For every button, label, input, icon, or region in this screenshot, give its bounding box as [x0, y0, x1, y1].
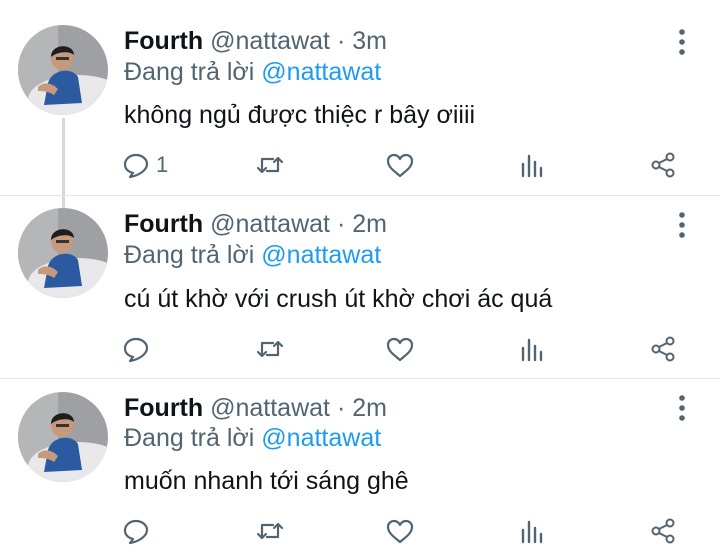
replying-to: Đang trả lời @nattawat — [124, 423, 381, 453]
mention-link[interactable]: @nattawat — [261, 58, 381, 86]
stats-button[interactable] — [517, 147, 547, 183]
action-bar — [0, 513, 720, 549]
avatar-photo — [18, 25, 108, 115]
reply-count: 1 — [156, 152, 169, 177]
action-bar — [0, 331, 720, 367]
more-options-button[interactable] — [671, 27, 693, 57]
replying-to-label: Đang trả lời — [124, 241, 255, 269]
reply-icon — [123, 153, 149, 179]
stats-button[interactable] — [517, 513, 547, 549]
avatar[interactable] — [18, 392, 108, 482]
timestamp[interactable]: 2m — [352, 210, 387, 238]
timestamp[interactable]: 3m — [352, 27, 387, 55]
replying-to: Đang trả lời @nattawat — [124, 240, 381, 270]
user-handle[interactable]: @nattawat — [210, 210, 330, 238]
reply-button[interactable]: 1 — [121, 147, 168, 183]
tweet-text: không ngủ được thiệc r bây ơiiii — [124, 101, 476, 129]
timestamp[interactable]: 2m — [352, 394, 387, 422]
tweet[interactable]: Fourth @nattawat · 3m Đang trả lời @natt… — [0, 0, 720, 208]
avatar[interactable] — [18, 25, 108, 115]
avatar-photo — [18, 392, 108, 482]
user-handle[interactable]: @nattawat — [210, 27, 330, 55]
share-button[interactable] — [648, 513, 678, 549]
avatar-photo — [18, 208, 108, 298]
stats-icon — [521, 154, 543, 178]
reply-button[interactable] — [121, 331, 156, 367]
retweet-icon — [256, 522, 284, 540]
more-options-button[interactable] — [671, 210, 693, 240]
tweet-header: Fourth @nattawat · 2m — [124, 393, 387, 423]
retweet-button[interactable] — [255, 331, 285, 367]
heart-icon — [386, 519, 414, 544]
share-icon — [651, 336, 675, 362]
reply-button[interactable] — [121, 513, 156, 549]
share-button[interactable] — [648, 331, 678, 367]
stats-icon — [521, 520, 543, 544]
avatar[interactable] — [18, 208, 108, 298]
tweet-header: Fourth @nattawat · 3m — [124, 26, 387, 56]
tweet-text: muốn nhanh tới sáng ghê — [124, 467, 409, 495]
action-bar: 1 — [0, 147, 720, 183]
more-vertical-icon — [679, 29, 685, 55]
retweet-button[interactable] — [255, 147, 285, 183]
retweet-icon — [256, 156, 284, 174]
share-button[interactable] — [648, 147, 678, 183]
more-options-button[interactable] — [671, 393, 693, 423]
reply-icon — [123, 337, 149, 363]
retweet-icon — [256, 340, 284, 358]
replying-to-label: Đang trả lời — [124, 58, 255, 86]
divider — [0, 195, 720, 196]
mention-link[interactable]: @nattawat — [261, 424, 381, 452]
retweet-button[interactable] — [255, 513, 285, 549]
heart-icon — [386, 153, 414, 178]
more-vertical-icon — [679, 212, 685, 238]
display-name[interactable]: Fourth — [124, 394, 203, 422]
stats-icon — [521, 338, 543, 362]
separator: · — [336, 210, 346, 238]
tweet-header: Fourth @nattawat · 2m — [124, 209, 387, 239]
heart-icon — [386, 337, 414, 362]
tweet-text: cú út khờ với crush út khờ chơi ác quá — [124, 285, 553, 313]
stats-button[interactable] — [517, 331, 547, 367]
like-button[interactable] — [385, 513, 415, 549]
like-button[interactable] — [385, 331, 415, 367]
mention-link[interactable]: @nattawat — [261, 241, 381, 269]
share-icon — [651, 152, 675, 178]
display-name[interactable]: Fourth — [124, 210, 203, 238]
display-name[interactable]: Fourth — [124, 27, 203, 55]
separator: · — [336, 27, 346, 55]
share-icon — [651, 518, 675, 544]
replying-to: Đang trả lời @nattawat — [124, 57, 381, 87]
like-button[interactable] — [385, 147, 415, 183]
separator: · — [336, 394, 346, 422]
divider — [0, 378, 720, 379]
reply-icon — [123, 519, 149, 545]
user-handle[interactable]: @nattawat — [210, 394, 330, 422]
more-vertical-icon — [679, 395, 685, 421]
replying-to-label: Đang trả lời — [124, 424, 255, 452]
